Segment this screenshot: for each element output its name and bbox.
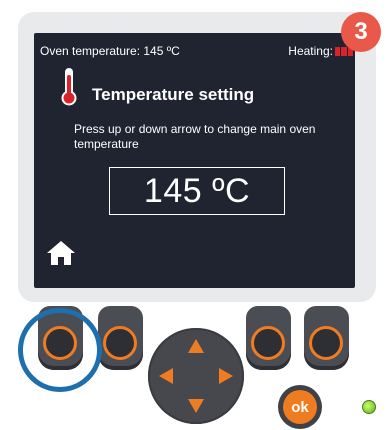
arrow-left-button[interactable]: [159, 368, 173, 384]
temperature-value: 145 ºC: [109, 167, 285, 215]
home-icon[interactable]: [46, 240, 76, 266]
button-ring-icon: [103, 326, 137, 360]
button-ring-icon: [43, 326, 77, 360]
thermometer-icon: [61, 68, 77, 106]
function-button-4[interactable]: [304, 306, 349, 370]
arrow-up-button[interactable]: [188, 339, 204, 353]
oven-temperature-readout: Oven temperature: 145 ºC: [40, 44, 180, 58]
heating-label: Heating:: [288, 44, 333, 58]
status-bar: Oven temperature: 145 ºC Heating:: [34, 44, 355, 60]
button-ring-icon: [309, 326, 343, 360]
display-screen: Oven temperature: 145 ºC Heating: Temper…: [34, 33, 355, 288]
status-led: [362, 400, 376, 414]
function-button-1[interactable]: [38, 306, 83, 370]
arrow-pad: [148, 328, 244, 424]
arrow-right-button[interactable]: [219, 368, 233, 384]
function-button-3[interactable]: [246, 306, 291, 370]
step-number-badge: 3: [341, 12, 381, 52]
heating-bar: [341, 47, 347, 56]
heating-bar: [335, 47, 341, 56]
ok-button[interactable]: ok: [278, 385, 322, 429]
instruction-text: Press up or down arrow to change main ov…: [74, 122, 316, 151]
arrow-down-button[interactable]: [188, 399, 204, 413]
screen-title: Temperature setting: [92, 85, 255, 104]
function-button-2[interactable]: [98, 306, 143, 370]
ok-label: ok: [283, 390, 317, 424]
button-ring-icon: [251, 326, 285, 360]
